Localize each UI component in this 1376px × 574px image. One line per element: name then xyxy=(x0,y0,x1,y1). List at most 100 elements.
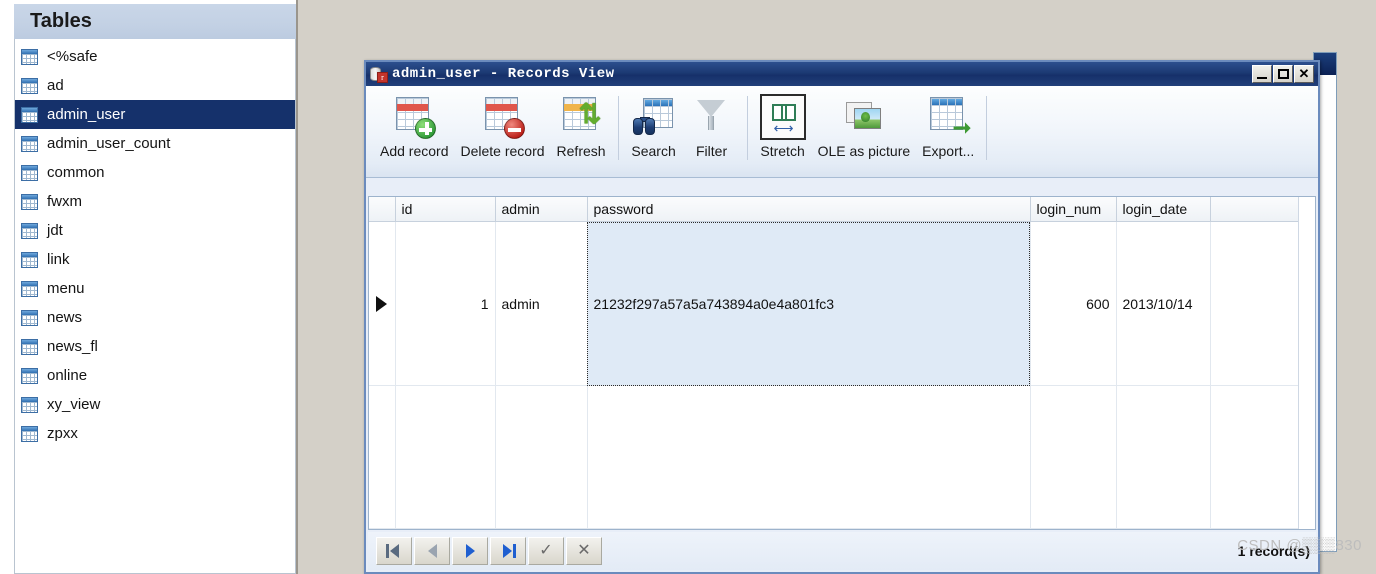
table-icon xyxy=(21,367,38,384)
records-grid[interactable]: id admin password login_num login_date 1… xyxy=(368,196,1316,530)
minimize-icon[interactable] xyxy=(1252,65,1272,83)
table-add-icon xyxy=(391,94,437,140)
sidebar-item-label: <%safe xyxy=(47,48,98,65)
delete-record-label: Delete record xyxy=(460,143,545,159)
sidebar-item-news[interactable]: news xyxy=(15,303,295,332)
sidebar-item-label: admin_user xyxy=(47,106,126,123)
sidebar-item-link[interactable]: link xyxy=(15,245,295,274)
table-icon xyxy=(21,396,38,413)
records-toolbar: Add record Delete record ⇅ Refresh Searc… xyxy=(366,86,1318,178)
table-icon xyxy=(21,338,38,355)
post-edit-button[interactable]: ✓ xyxy=(528,537,564,565)
records-table: id admin password login_num login_date 1… xyxy=(369,197,1315,529)
sidebar-item-label: news xyxy=(47,309,83,326)
table-icon xyxy=(21,135,38,152)
filter-label: Filter xyxy=(696,143,728,159)
column-header-id[interactable]: id xyxy=(395,197,496,222)
filter-button[interactable]: Filter xyxy=(683,92,741,160)
window-title: admin_user - Records View xyxy=(392,66,615,82)
refresh-label: Refresh xyxy=(556,143,606,159)
sidebar-item-label: menu xyxy=(47,280,85,297)
stretch-button[interactable]: ⟷ Stretch xyxy=(754,92,812,160)
table-icon xyxy=(21,425,38,442)
table-export-icon: ➞ xyxy=(925,94,971,140)
search-button[interactable]: Search xyxy=(625,92,683,160)
sidebar-item-xy-view[interactable]: xy_view xyxy=(15,390,295,419)
grid-vertical-scrollbar[interactable] xyxy=(1298,197,1315,529)
cell-login-date[interactable]: 2013/10/14 xyxy=(1116,221,1211,387)
column-header-admin[interactable]: admin xyxy=(495,197,588,222)
current-row-arrow[interactable] xyxy=(369,221,396,387)
cell-password[interactable]: 21232f297a57a5a743894a0e4a801fc3 xyxy=(587,221,1031,387)
empty-cell xyxy=(395,385,496,529)
empty-cell xyxy=(1030,385,1117,529)
refresh-button[interactable]: ⇅ Refresh xyxy=(551,92,612,160)
empty-marker xyxy=(369,385,396,529)
column-header-password[interactable]: password xyxy=(587,197,1031,222)
table-row[interactable]: 1 admin 21232f297a57a5a743894a0e4a801fc3… xyxy=(369,221,1315,387)
stretch-label: Stretch xyxy=(760,143,805,159)
add-record-button[interactable]: Add record xyxy=(374,92,454,160)
add-record-label: Add record xyxy=(380,143,449,159)
sidebar-item-ad[interactable]: ad xyxy=(15,71,295,100)
sidebar-item-news-fl[interactable]: news_fl xyxy=(15,332,295,361)
table-header-row: id admin password login_num login_date xyxy=(369,197,1315,222)
sidebar-item-jdt[interactable]: jdt xyxy=(15,216,295,245)
database-record-icon: r xyxy=(370,66,388,83)
tables-list[interactable]: <%safe ad admin_user admin_user_count co… xyxy=(14,39,296,574)
records-view-window: r admin_user - Records View ✕ Add record xyxy=(364,60,1320,574)
sidebar-item-label: common xyxy=(47,164,105,181)
previous-icon xyxy=(427,544,437,558)
close-icon[interactable]: ✕ xyxy=(1294,65,1314,83)
sidebar-item-label: fwxm xyxy=(47,193,82,210)
last-icon xyxy=(500,544,516,558)
table-icon xyxy=(21,164,38,181)
table-icon xyxy=(21,193,38,210)
cancel-edit-button[interactable]: ✕ xyxy=(566,537,602,565)
maximize-icon[interactable] xyxy=(1273,65,1293,83)
sidebar-item-admin-user-count[interactable]: admin_user_count xyxy=(15,129,295,158)
binoculars-icon xyxy=(631,94,677,140)
sidebar-item-common[interactable]: common xyxy=(15,158,295,187)
export-button[interactable]: ➞ Export... xyxy=(916,92,980,160)
empty-cell xyxy=(587,385,1031,529)
sidebar-item-label: jdt xyxy=(47,222,63,239)
table-empty-area xyxy=(369,385,1315,529)
sidebar-item-fwxm[interactable]: fwxm xyxy=(15,187,295,216)
column-header-login-date[interactable]: login_date xyxy=(1116,197,1211,222)
page-title: Tables xyxy=(30,10,92,32)
record-count-status: 1 record(s) xyxy=(1237,543,1310,559)
row-marker-header xyxy=(369,197,396,222)
x-icon: ✕ xyxy=(577,542,591,559)
sidebar-item-menu[interactable]: menu xyxy=(15,274,295,303)
sidebar-item-safe[interactable]: <%safe xyxy=(15,42,295,71)
empty-cell xyxy=(495,385,588,529)
sidebar-item-admin-user[interactable]: admin_user xyxy=(15,100,295,129)
delete-record-button[interactable]: Delete record xyxy=(454,92,550,160)
toolbar-separator xyxy=(986,96,988,160)
cell-admin[interactable]: admin xyxy=(495,221,588,387)
sidebar-item-online[interactable]: online xyxy=(15,361,295,390)
column-header-login-num[interactable]: login_num xyxy=(1030,197,1117,222)
table-icon xyxy=(21,251,38,268)
sidebar-item-label: xy_view xyxy=(47,396,101,413)
cell-id[interactable]: 1 xyxy=(395,221,496,387)
previous-record-button[interactable] xyxy=(414,537,450,565)
toolbar-separator xyxy=(746,96,748,160)
cell-login-num[interactable]: 600 xyxy=(1030,221,1117,387)
sidebar-item-label: zpxx xyxy=(47,425,78,442)
toolbar-separator xyxy=(617,96,619,160)
first-record-button[interactable] xyxy=(376,537,412,565)
table-icon xyxy=(21,309,38,326)
window-titlebar[interactable]: r admin_user - Records View ✕ xyxy=(366,62,1318,86)
next-icon xyxy=(465,544,475,558)
app-root: Tables <%safe ad admin_user admin_user_c… xyxy=(0,0,1376,574)
next-record-button[interactable] xyxy=(452,537,488,565)
ole-as-picture-label: OLE as picture xyxy=(817,143,911,159)
sidebar-item-zpxx[interactable]: zpxx xyxy=(15,419,295,448)
last-record-button[interactable] xyxy=(490,537,526,565)
funnel-icon xyxy=(689,94,735,140)
sidebar-item-label: ad xyxy=(47,77,64,94)
picture-icon xyxy=(841,94,887,140)
ole-as-picture-button[interactable]: OLE as picture xyxy=(812,92,917,160)
